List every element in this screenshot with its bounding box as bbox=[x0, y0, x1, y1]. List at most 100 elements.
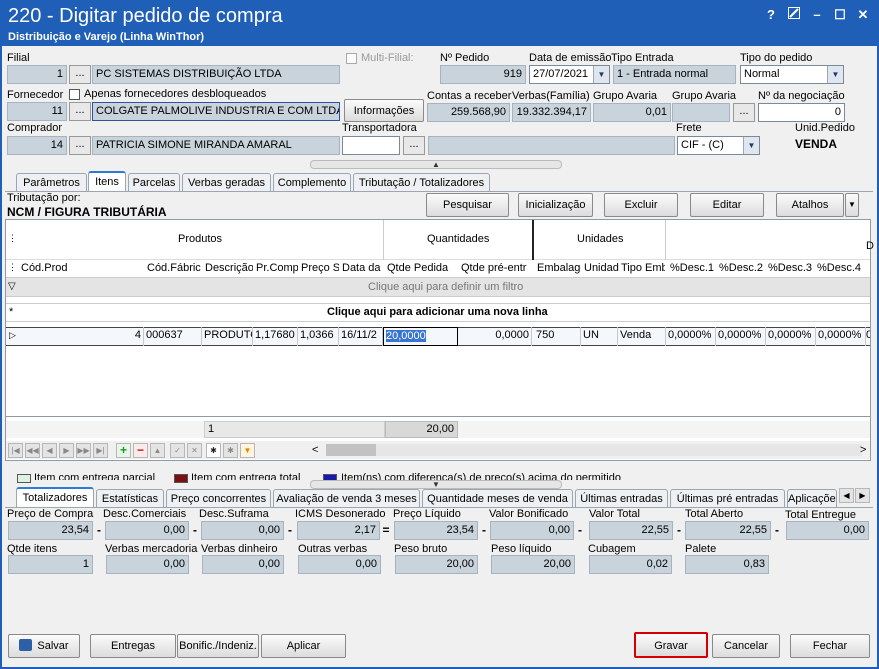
cell-embalagem[interactable]: 750 bbox=[534, 327, 581, 346]
tipo-pedido-select[interactable]: Normal ▼ bbox=[740, 65, 844, 84]
cell-desc3[interactable]: 0,0000% bbox=[766, 327, 816, 346]
informacoes-button[interactable]: Informações bbox=[344, 99, 424, 122]
tab-ultimas-pre-entradas[interactable]: Últimas pré entradas bbox=[670, 489, 785, 508]
fechar-button[interactable]: Fechar bbox=[790, 634, 870, 658]
maximize-button[interactable]: ☐ bbox=[831, 7, 849, 23]
frete-select[interactable]: CIF - (C) ▼ bbox=[677, 136, 760, 155]
edit-window-icon[interactable] bbox=[785, 7, 803, 23]
cell-pr-comp[interactable]: 1,17680 bbox=[253, 327, 298, 346]
cell-cod-prod[interactable]: 4 bbox=[19, 327, 144, 346]
col-desc3[interactable]: %Desc.3 bbox=[768, 262, 814, 274]
col-data-da[interactable]: Data da bbox=[342, 262, 383, 274]
tab-quantidade-meses[interactable]: Quantidade meses de venda bbox=[422, 489, 573, 508]
col-cod-fabric[interactable]: Cód.Fábric bbox=[147, 262, 202, 274]
scroll-right-icon[interactable]: > bbox=[860, 444, 870, 456]
cell-tipo-emb[interactable]: Venda bbox=[618, 327, 666, 346]
col-desc1[interactable]: %Desc.1 bbox=[670, 262, 716, 274]
editar-button[interactable]: Editar bbox=[690, 193, 764, 217]
col-desc4[interactable]: %Desc.4 bbox=[817, 262, 865, 274]
tab-itens[interactable]: Itens bbox=[88, 171, 126, 192]
filter-funnel-icon[interactable]: ▼ bbox=[240, 443, 255, 458]
nav-last-icon[interactable]: ▶| bbox=[93, 443, 108, 458]
nav-prev-page-icon[interactable]: ◀◀ bbox=[25, 443, 40, 458]
gravar-button[interactable]: Gravar bbox=[634, 632, 708, 658]
bonific-indeniz-button[interactable]: Bonific./Indeniz. bbox=[177, 634, 259, 658]
goto-bookmark-icon[interactable]: ✱ bbox=[223, 443, 238, 458]
tab-scroll-left-icon[interactable]: ◀ bbox=[839, 488, 854, 503]
tab-scroll-right-icon[interactable]: ▶ bbox=[855, 488, 870, 503]
new-row-text[interactable]: Clique aqui para adicionar uma nova linh… bbox=[327, 306, 548, 318]
inicializacao-button[interactable]: Inicialização bbox=[518, 193, 593, 217]
cell-desc2[interactable]: 0,0000% bbox=[716, 327, 766, 346]
col-tipo-emb[interactable]: Tipo Emb bbox=[621, 262, 665, 274]
cell-desc4[interactable]: 0,0000% bbox=[816, 327, 866, 346]
bookmark-icon[interactable]: ✱ bbox=[206, 443, 221, 458]
filial-code-field[interactable]: 1 bbox=[7, 65, 67, 84]
transportadora-code-field[interactable] bbox=[342, 136, 400, 155]
cell-qtde-pre-entr[interactable]: 0,0000 bbox=[458, 327, 532, 346]
apenas-desbloqueados-checkbox[interactable] bbox=[69, 89, 80, 100]
col-preco-s[interactable]: Preço S bbox=[301, 262, 339, 274]
scrollbar-thumb[interactable] bbox=[326, 444, 376, 456]
tab-preco-concorrentes[interactable]: Preço concorrentes bbox=[166, 489, 271, 508]
cell-unidade[interactable]: UN bbox=[581, 327, 618, 346]
edit-row-icon[interactable]: ▲ bbox=[150, 443, 165, 458]
col-embalagem[interactable]: Embalage bbox=[537, 262, 581, 274]
cell-data-da[interactable]: 16/11/2 bbox=[339, 327, 383, 346]
excluir-button[interactable]: Excluir bbox=[604, 193, 678, 217]
cell-qtde-pedida[interactable]: 20,0000 bbox=[383, 327, 458, 346]
comprador-search-button[interactable]: ... bbox=[69, 136, 91, 155]
tab-parametros[interactable]: Parâmetros bbox=[16, 173, 87, 192]
cell-preco-s[interactable]: 1,0366 bbox=[298, 327, 339, 346]
pesquisar-button[interactable]: Pesquisar bbox=[426, 193, 509, 217]
data-emissao-field[interactable]: 27/07/2021 ▼ bbox=[529, 65, 610, 84]
col-unidade[interactable]: Unidad bbox=[584, 262, 619, 274]
transportadora-search-button[interactable]: ... bbox=[403, 136, 425, 155]
col-cod-prod[interactable]: Cód.Prod bbox=[21, 262, 143, 274]
delete-row-icon[interactable]: − bbox=[133, 443, 148, 458]
cancelar-button[interactable]: Cancelar bbox=[712, 634, 780, 658]
atalhos-dropdown-icon[interactable]: ▼ bbox=[845, 193, 859, 217]
nav-first-icon[interactable]: |◀ bbox=[8, 443, 23, 458]
calendar-dropdown-icon[interactable]: ▼ bbox=[593, 66, 609, 83]
atalhos-button[interactable]: Atalhos bbox=[776, 193, 844, 217]
cell-extra[interactable]: 0 bbox=[866, 327, 870, 346]
chevron-down-icon[interactable]: ▼ bbox=[827, 66, 843, 83]
add-row-icon[interactable]: + bbox=[116, 443, 131, 458]
num-pedido-field[interactable]: 919 bbox=[440, 65, 526, 84]
help-button[interactable]: ? bbox=[762, 7, 780, 23]
tab-tributacao[interactable]: Tributação / Totalizadores bbox=[353, 173, 490, 192]
minimize-button[interactable]: – bbox=[808, 7, 826, 23]
col-desc2[interactable]: %Desc.2 bbox=[719, 262, 765, 274]
cell-descricao[interactable]: PRODUTO bbox=[202, 327, 253, 346]
tab-estatisticas[interactable]: Estatísticas bbox=[96, 489, 164, 508]
grupo-avaria-search-button[interactable]: ... bbox=[733, 103, 755, 122]
column-chooser-icon-2[interactable]: ⋮ bbox=[8, 262, 17, 273]
close-button[interactable]: ✕ bbox=[854, 7, 872, 23]
fornecedor-search-button[interactable]: ... bbox=[69, 102, 91, 121]
nav-prev-icon[interactable]: ◀ bbox=[42, 443, 57, 458]
horizontal-scrollbar[interactable] bbox=[326, 444, 862, 456]
tab-parcelas[interactable]: Parcelas bbox=[128, 173, 180, 192]
col-pr-comp[interactable]: Pr.Comp bbox=[256, 262, 298, 274]
nav-next-page-icon[interactable]: ▶▶ bbox=[76, 443, 91, 458]
post-row-icon[interactable]: ✓ bbox=[170, 443, 185, 458]
col-descricao[interactable]: Descrição bbox=[205, 262, 253, 274]
tipo-entrada-field[interactable]: 1 - Entrada normal bbox=[613, 65, 736, 84]
scroll-left-icon[interactable]: < bbox=[312, 444, 322, 456]
tab-totalizadores[interactable]: Totalizadores bbox=[16, 487, 94, 508]
nav-next-icon[interactable]: ▶ bbox=[59, 443, 74, 458]
cell-cod-fabric[interactable]: 000637 bbox=[144, 327, 202, 346]
tab-complemento[interactable]: Complemento bbox=[273, 173, 351, 192]
entregas-button[interactable]: Entregas bbox=[90, 634, 176, 658]
cell-desc1[interactable]: 0,0000% bbox=[666, 327, 716, 346]
filter-text[interactable]: Clique aqui para definir um filtro bbox=[368, 281, 523, 293]
salvar-button[interactable]: Salvar bbox=[8, 634, 80, 658]
cancel-row-icon[interactable]: ✕ bbox=[187, 443, 202, 458]
tab-verbas-geradas[interactable]: Verbas geradas bbox=[182, 173, 271, 192]
grupo-avaria-code-field[interactable] bbox=[672, 103, 730, 122]
col-qtde-pre-entr[interactable]: Qtde pré-entr bbox=[461, 262, 531, 274]
tab-avaliacao-venda[interactable]: Avaliação de venda 3 meses bbox=[273, 489, 420, 508]
column-chooser-icon[interactable]: ⋮ bbox=[8, 233, 17, 244]
multi-filial-checkbox[interactable] bbox=[346, 53, 357, 64]
